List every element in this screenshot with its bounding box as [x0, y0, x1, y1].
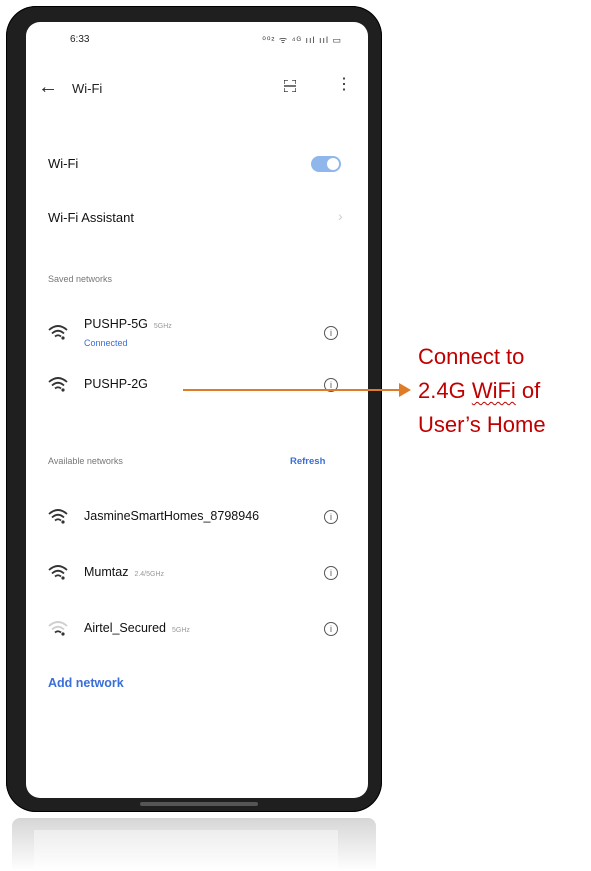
- phone-screen: 6:33 ⁰⁰² ᯤ ⁴ᴳ ııl ııl ▭ ← Wi-Fi ⋮ Wi-Fi …: [26, 22, 368, 798]
- info-icon[interactable]: i: [324, 622, 338, 636]
- info-icon[interactable]: i: [324, 510, 338, 524]
- status-icons: ⁰⁰² ᯤ ⁴ᴳ ııl ııl ▭: [262, 35, 342, 45]
- network-name: PUSHP-5G 5GHz: [84, 317, 172, 331]
- home-indicator: [140, 802, 258, 806]
- available-network-row[interactable]: Mumtaz 2.4/5GHz i: [26, 558, 368, 588]
- wifi-signal-icon: [48, 377, 68, 392]
- status-time: 6:33: [70, 34, 90, 45]
- annotation-arrow-line: [183, 389, 401, 391]
- back-arrow-icon[interactable]: ←: [38, 77, 58, 97]
- wifi-signal-icon: [48, 565, 68, 580]
- info-icon[interactable]: i: [324, 566, 338, 580]
- info-icon[interactable]: i: [324, 326, 338, 340]
- saved-network-row[interactable]: PUSHP-5G 5GHz Connected i: [26, 312, 368, 352]
- available-network-row[interactable]: Airtel_Secured 5GHz i: [26, 614, 368, 644]
- phone-frame: 6:33 ⁰⁰² ᯤ ⁴ᴳ ııl ııl ▭ ← Wi-Fi ⋮ Wi-Fi …: [6, 6, 382, 812]
- annotation-callout: Connect to 2.4G WiFi of User’s Home: [418, 340, 590, 442]
- chevron-right-icon: ›: [338, 208, 343, 224]
- app-header: ← Wi-Fi ⋮: [26, 74, 368, 108]
- network-name: JasmineSmartHomes_8798946: [84, 509, 260, 523]
- connection-status: Connected: [84, 338, 128, 348]
- available-network-row[interactable]: JasmineSmartHomes_8798946 i: [26, 502, 368, 532]
- add-network-button[interactable]: Add network: [48, 676, 124, 690]
- page-title: Wi-Fi: [72, 81, 103, 96]
- wifi-assistant-label: Wi-Fi Assistant: [48, 210, 134, 225]
- refresh-button[interactable]: Refresh: [290, 456, 325, 467]
- network-name: Airtel_Secured 5GHz: [84, 621, 190, 635]
- qr-scan-icon[interactable]: [284, 80, 296, 92]
- annotation-arrow-head: [399, 383, 411, 397]
- status-bar: 6:33 ⁰⁰² ᯤ ⁴ᴳ ııl ııl ▭: [26, 22, 368, 58]
- wifi-signal-icon: [48, 509, 68, 524]
- network-name: PUSHP-2G: [84, 377, 148, 391]
- available-networks-heading: Available networks: [48, 456, 123, 466]
- network-name: Mumtaz 2.4/5GHz: [84, 565, 165, 579]
- more-options-icon[interactable]: ⋮: [336, 76, 352, 94]
- wifi-signal-weak-icon: [48, 621, 68, 636]
- callout-line-1: Connect to: [418, 344, 525, 369]
- wifi-toggle-row[interactable]: Wi-Fi: [26, 148, 368, 178]
- callout-line-2: 2.4G WiFi of: [418, 378, 541, 403]
- callout-line-3: User’s Home: [418, 412, 546, 437]
- wifi-assistant-row[interactable]: Wi-Fi Assistant ›: [26, 204, 368, 234]
- wifi-toggle-label: Wi-Fi: [48, 156, 79, 171]
- wifi-signal-icon: [48, 325, 68, 340]
- wifi-toggle-switch[interactable]: [311, 156, 341, 172]
- phone-reflection-inner: [34, 830, 338, 871]
- saved-network-row[interactable]: PUSHP-2G i: [26, 370, 368, 400]
- saved-networks-heading: Saved networks: [48, 274, 113, 284]
